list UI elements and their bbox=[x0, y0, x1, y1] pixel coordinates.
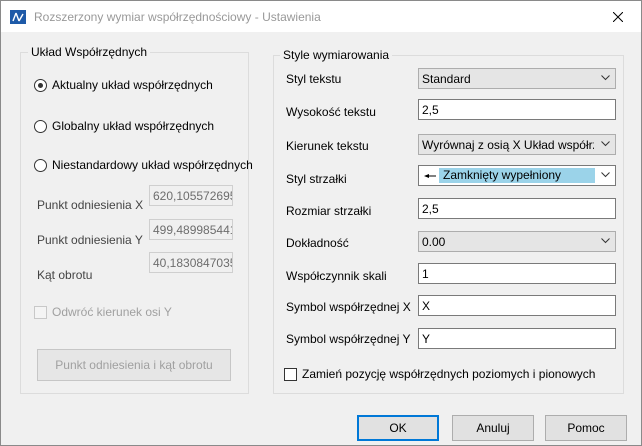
text-style-label: Styl tekstu bbox=[286, 72, 342, 86]
ref-point-x-field[interactable]: 620,105572695 bbox=[149, 185, 233, 206]
flip-y-checkbox[interactable]: Odwróć kierunek osi Y bbox=[34, 305, 172, 319]
chevron-down-icon bbox=[601, 172, 610, 178]
text-height-label: Wysokość tekstu bbox=[286, 105, 376, 119]
rotation-angle-label: Kąt obrotu bbox=[37, 268, 93, 282]
arrow-size-label: Rozmiar strzałki bbox=[286, 204, 372, 218]
radio-custom-ucs-label: Niestandardowy układ współrzędnych bbox=[52, 158, 253, 172]
app-icon bbox=[10, 10, 26, 24]
text-direction-select[interactable]: Wyrównaj z osią X Układ współrzędnych bbox=[418, 134, 616, 155]
help-button[interactable]: Pomoc bbox=[545, 415, 627, 441]
scale-factor-label: Współczynnik skali bbox=[286, 269, 387, 283]
close-button[interactable] bbox=[595, 1, 641, 32]
symbol-y-field[interactable]: Y bbox=[418, 328, 616, 349]
chevron-down-icon bbox=[601, 238, 610, 244]
swap-positions-checkbox[interactable]: Zamień pozycję współrzędnych poziomych i… bbox=[284, 367, 595, 381]
title-bar: Rozszerzony wymiar współrzędnościowy - U… bbox=[1, 1, 641, 32]
text-height-field[interactable]: 2,5 bbox=[418, 99, 616, 120]
radio-world-ucs-label: Globalny układ współrzędnych bbox=[52, 119, 215, 133]
checkbox-box bbox=[34, 305, 47, 319]
coordinate-system-group-title: Układ Współrzędnych bbox=[28, 45, 151, 59]
closed-filled-arrow-icon bbox=[424, 174, 436, 178]
text-style-value: Standard bbox=[422, 72, 471, 86]
chevron-down-icon bbox=[601, 141, 610, 147]
ref-point-x-label: Punkt odniesienia X bbox=[37, 198, 144, 212]
ref-point-y-field[interactable]: 499,489985441 bbox=[149, 219, 233, 240]
ok-button[interactable]: OK bbox=[357, 415, 439, 441]
rotation-angle-field[interactable]: 40,1830847035 bbox=[149, 252, 233, 273]
settings-dialog: Rozszerzony wymiar współrzędnościowy - U… bbox=[0, 0, 642, 446]
swap-positions-label: Zamień pozycję współrzędnych poziomych i… bbox=[302, 367, 596, 381]
precision-select[interactable]: 0.00 bbox=[418, 231, 616, 252]
window-title: Rozszerzony wymiar współrzędnościowy - U… bbox=[34, 10, 321, 24]
flip-y-label: Odwróć kierunek osi Y bbox=[52, 305, 172, 319]
arrow-style-value: Zamknięty wypełniony bbox=[439, 168, 595, 183]
radio-world-ucs[interactable]: Globalny układ współrzędnych bbox=[34, 119, 214, 133]
text-style-select[interactable]: Standard bbox=[418, 68, 616, 89]
arrow-style-label: Styl strzałki bbox=[286, 172, 347, 186]
radio-dot bbox=[34, 158, 47, 172]
radio-dot bbox=[34, 78, 47, 92]
dimension-style-group-title: Style wymiarowania bbox=[280, 48, 393, 62]
symbol-x-label: Symbol współrzędnej X bbox=[286, 300, 411, 314]
precision-value: 0.00 bbox=[422, 235, 446, 249]
radio-current-ucs-label: Aktualny układ współrzędnych bbox=[52, 78, 213, 92]
cancel-button[interactable]: Anuluj bbox=[452, 415, 534, 441]
ref-point-y-label: Punkt odniesienia Y bbox=[37, 233, 143, 247]
arrow-style-select[interactable]: Zamknięty wypełniony bbox=[418, 165, 616, 186]
text-direction-value: Wyrównaj z osią X Układ współrzędnych bbox=[422, 138, 594, 152]
scale-factor-field[interactable]: 1 bbox=[418, 263, 616, 284]
close-icon bbox=[613, 11, 623, 22]
text-direction-label: Kierunek tekstu bbox=[286, 139, 369, 153]
checkbox-box bbox=[284, 367, 297, 381]
precision-label: Dokładność bbox=[286, 236, 349, 250]
symbol-x-field[interactable]: X bbox=[418, 295, 616, 316]
chevron-down-icon bbox=[601, 75, 610, 81]
arrow-size-field[interactable]: 2,5 bbox=[418, 198, 616, 219]
radio-current-ucs[interactable]: Aktualny układ współrzędnych bbox=[34, 78, 213, 92]
symbol-y-label: Symbol współrzędnej Y bbox=[286, 332, 411, 346]
radio-custom-ucs[interactable]: Niestandardowy układ współrzędnych bbox=[34, 158, 253, 172]
ref-point-button[interactable]: Punkt odniesienia i kąt obrotu bbox=[37, 349, 231, 381]
radio-dot bbox=[34, 119, 47, 133]
